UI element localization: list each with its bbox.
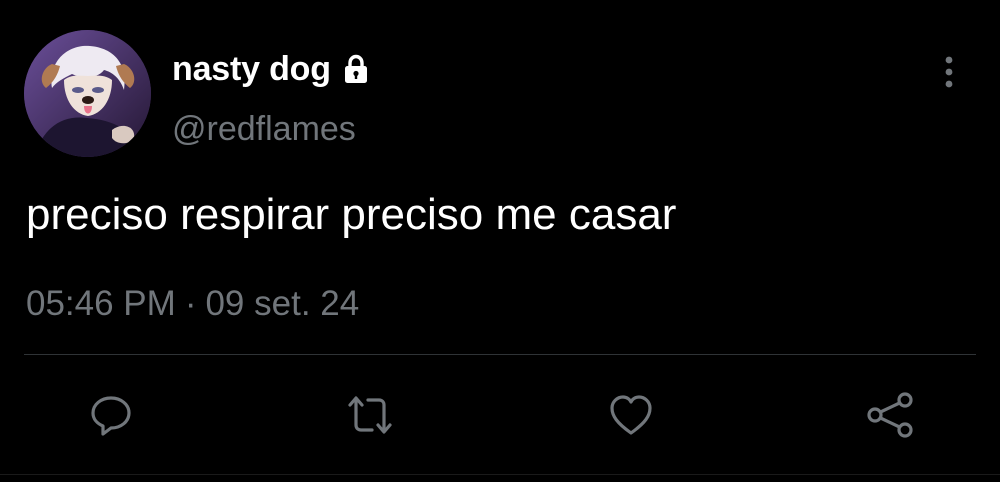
action-bar [0, 385, 1000, 445]
retweet-button[interactable] [342, 385, 398, 445]
share-button[interactable] [862, 385, 918, 445]
like-button[interactable] [603, 385, 659, 445]
author-name-row: nasty dog [172, 46, 373, 92]
heart-icon [610, 395, 652, 435]
author-handle[interactable]: @redflames [172, 110, 356, 149]
avatar[interactable] [24, 30, 151, 157]
display-name[interactable]: nasty dog [172, 50, 331, 89]
divider [24, 354, 976, 355]
meta-separator: · [184, 284, 197, 323]
tweet-text: preciso respirar preciso me casar [26, 190, 677, 239]
tweet-date: 09 set. 24 [205, 284, 360, 323]
bottom-divider [0, 474, 1000, 475]
more-vertical-icon [945, 56, 953, 88]
reply-icon [91, 396, 131, 436]
retweet-icon [348, 396, 392, 434]
more-options-button[interactable] [930, 52, 968, 92]
lock-icon [339, 52, 373, 86]
tweet-time: 05:46 PM [26, 284, 176, 323]
reply-button[interactable] [83, 385, 139, 445]
tweet-timestamp[interactable]: 05:46 PM · 09 set. 24 [26, 284, 359, 324]
share-icon [867, 392, 913, 438]
